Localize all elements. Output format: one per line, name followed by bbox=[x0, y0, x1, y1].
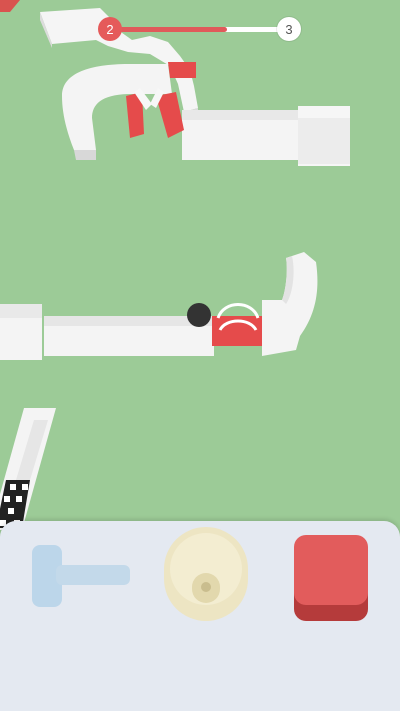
spring-tool-button[interactable] bbox=[162, 527, 252, 623]
ball bbox=[187, 303, 211, 327]
next-level-badge: 3 bbox=[277, 17, 301, 41]
middle-track bbox=[0, 252, 318, 360]
finish-chute bbox=[0, 408, 56, 530]
tool-tray bbox=[0, 521, 400, 711]
spike-hazard bbox=[126, 88, 184, 138]
current-level-badge: 2 bbox=[98, 17, 122, 41]
progress-fill bbox=[110, 27, 227, 32]
hammer-handle bbox=[56, 565, 130, 585]
level-progress: 2 3 bbox=[0, 0, 400, 60]
push-button-icon bbox=[294, 535, 368, 605]
spring-pad-hole bbox=[201, 582, 211, 592]
hammer-tool-button[interactable] bbox=[28, 541, 134, 611]
push-button-tool[interactable] bbox=[292, 535, 370, 621]
